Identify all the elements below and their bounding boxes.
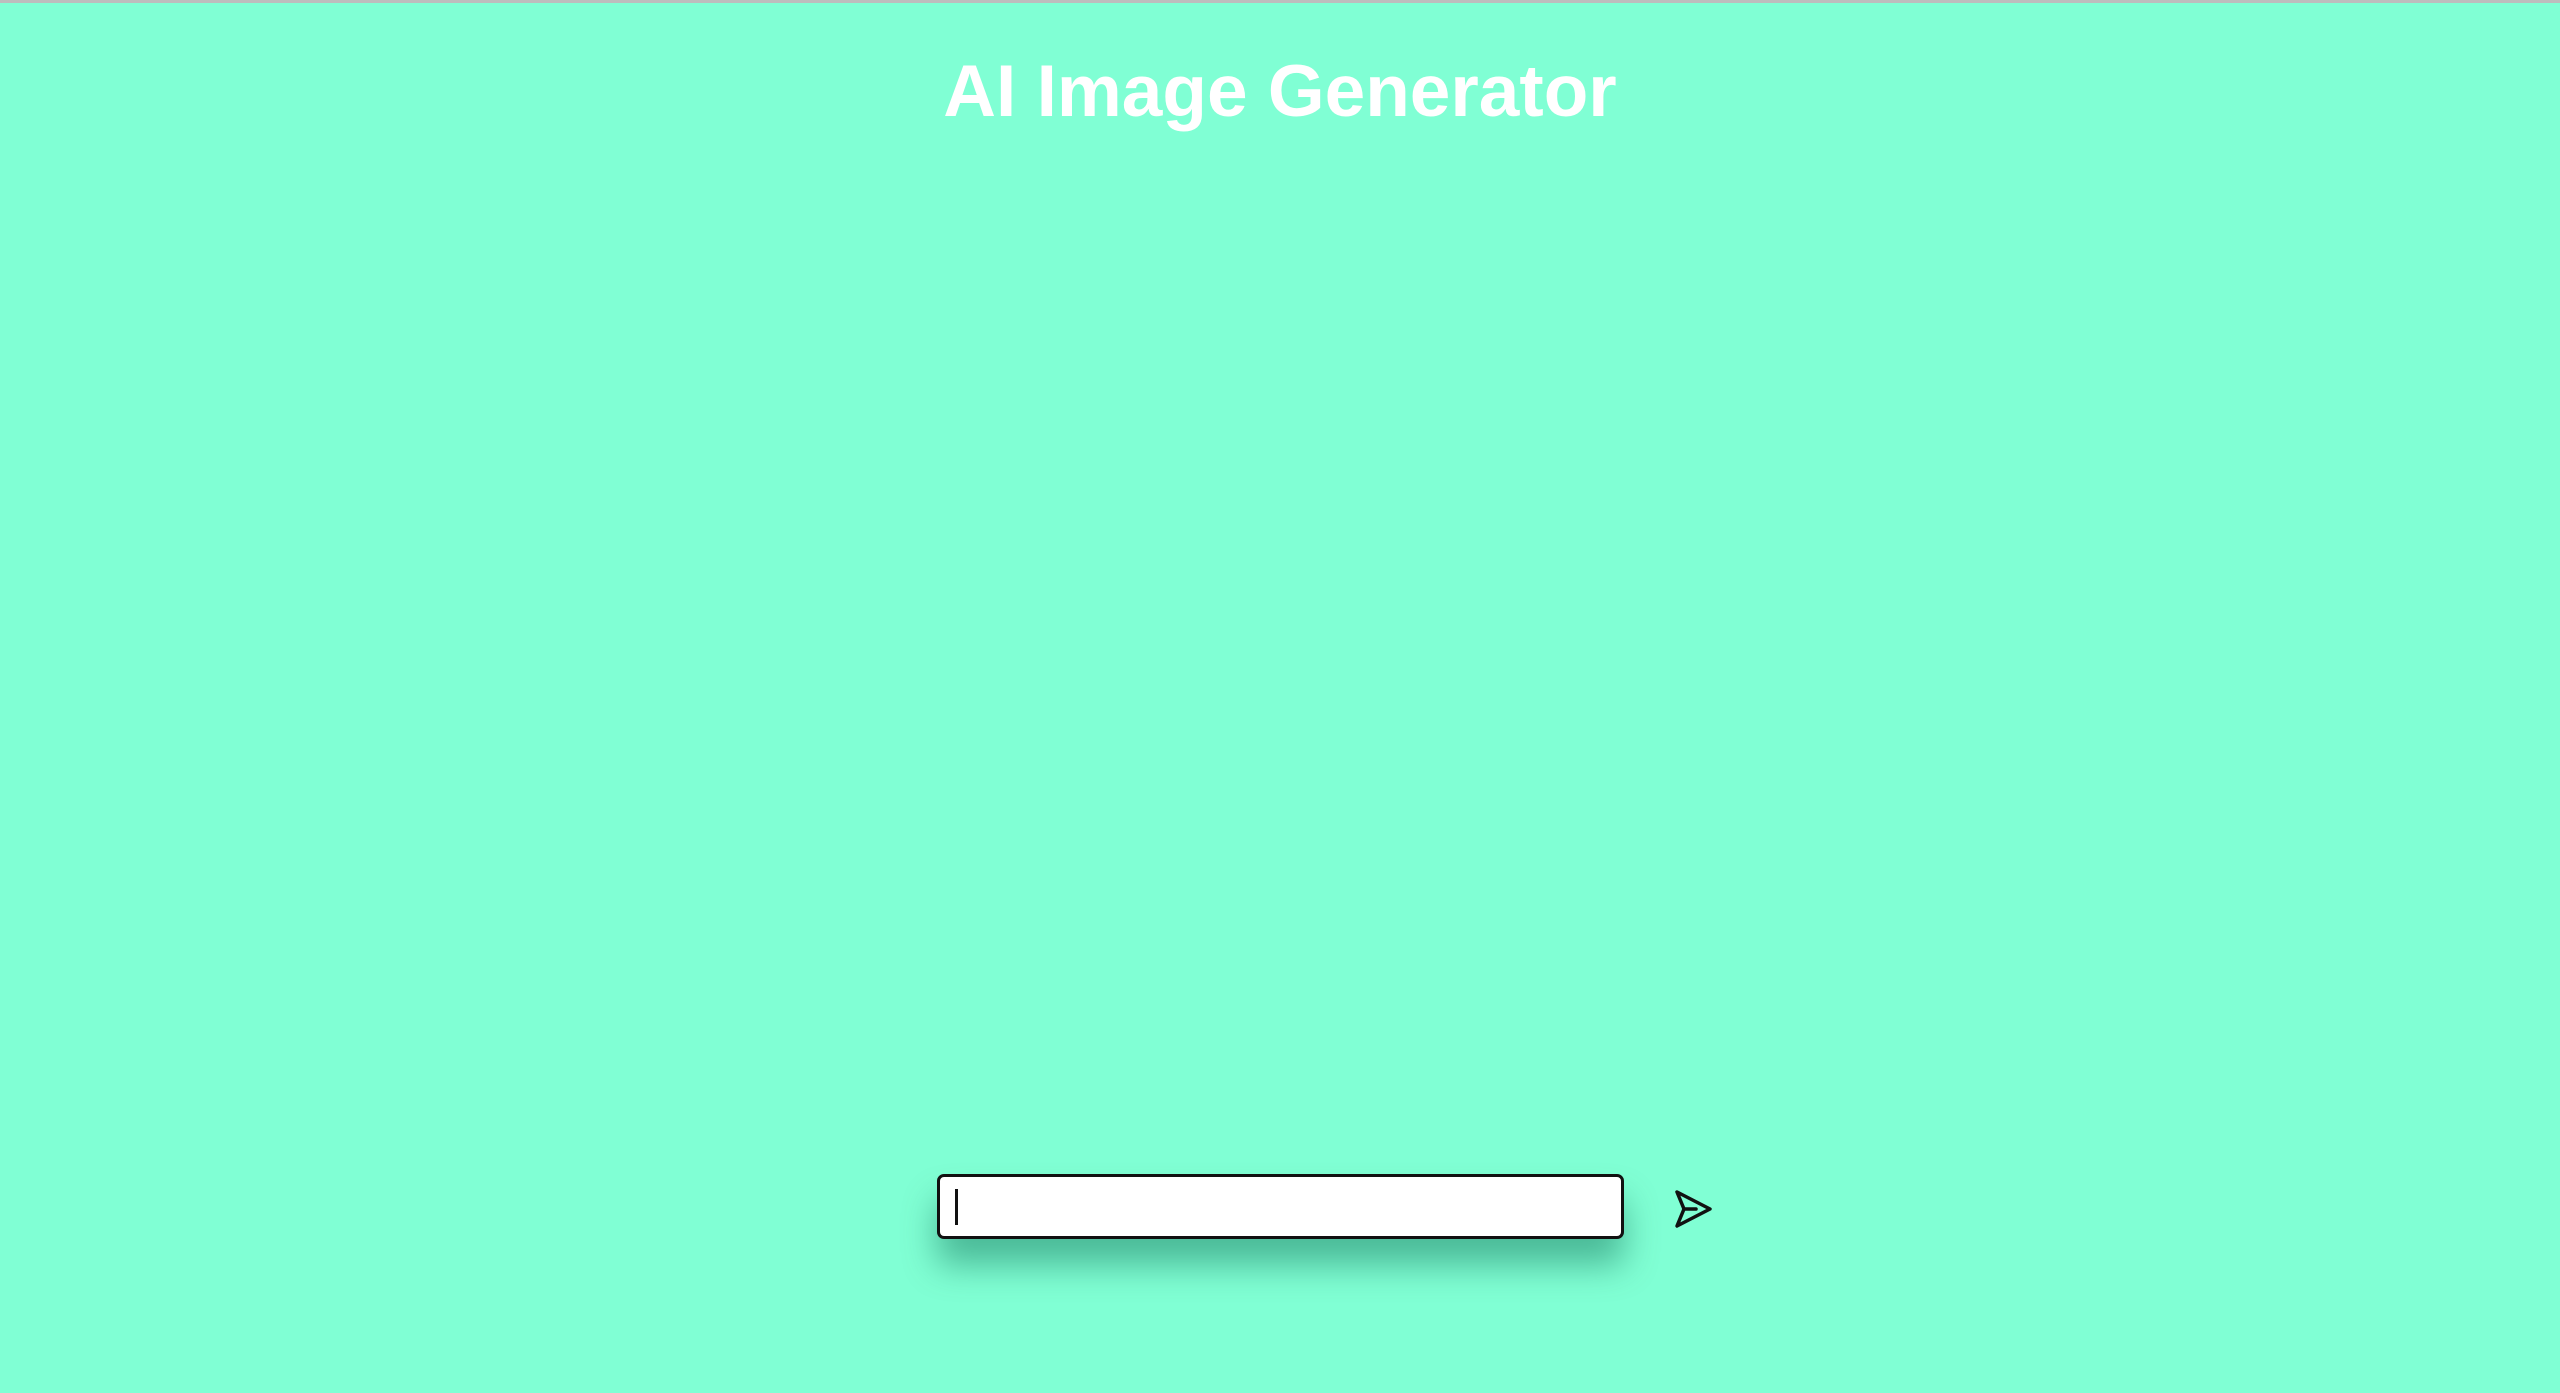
send-button[interactable] bbox=[1671, 1186, 1717, 1232]
send-icon bbox=[1671, 1186, 1717, 1232]
page-title: AI Image Generator bbox=[943, 51, 1617, 132]
browser-top-border bbox=[0, 0, 2560, 3]
text-caret bbox=[955, 1189, 958, 1225]
prompt-input[interactable] bbox=[937, 1174, 1624, 1239]
